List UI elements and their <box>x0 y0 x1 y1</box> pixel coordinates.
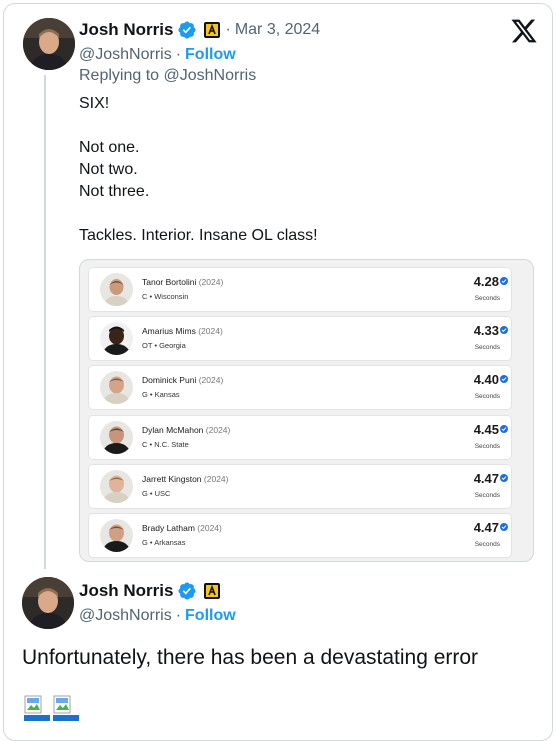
player-position: OT • Georgia <box>142 341 186 350</box>
player-headshot <box>100 371 133 404</box>
player-name: Brady Latham <box>142 523 195 533</box>
player-year: (2024) <box>198 375 224 385</box>
date-separator: · <box>225 21 231 38</box>
player-time: 4.40 <box>473 372 499 387</box>
player-name: Jarrett Kingston <box>142 474 202 484</box>
player-year: (2024) <box>205 425 231 435</box>
player-time: 4.47 <box>473 520 499 535</box>
follow-separator: · <box>175 607 182 624</box>
player-position: C • N.C. State <box>142 440 189 449</box>
player-name-line: Brady Latham (2024) <box>142 523 222 533</box>
player-year: (2024) <box>198 277 224 287</box>
player-name-line: Dylan McMahon (2024) <box>142 425 230 435</box>
verified-check-icon <box>500 272 508 290</box>
tweet-text-line: Not one. <box>79 139 140 156</box>
affiliate-badge-icon[interactable] <box>203 21 221 39</box>
tweet-text: Unfortunately, there has been a devastat… <box>22 646 479 669</box>
tweet-text-line: SIX! <box>79 95 110 112</box>
author-name[interactable]: Josh Norris <box>79 581 173 601</box>
verified-check-icon <box>500 321 508 339</box>
player-headshot <box>100 519 133 552</box>
tweet-date[interactable]: Mar 3, 2024 <box>235 21 320 39</box>
verified-check-icon <box>500 469 508 487</box>
player-time-unit: Seconds <box>474 344 500 351</box>
player-headshot <box>100 421 133 454</box>
verified-badge-icon <box>177 581 197 601</box>
tweet-text-line <box>79 115 318 137</box>
verified-check-icon <box>500 518 508 536</box>
replying-to[interactable]: Replying to @JoshNorris <box>79 67 256 85</box>
verified-check-icon <box>500 420 508 438</box>
player-time: 4.28 <box>473 274 499 289</box>
verified-check-icon <box>500 370 508 388</box>
player-name: Dylan McMahon <box>142 425 204 435</box>
player-row: Brady Latham (2024) G • Arkansas 4.47 Se… <box>89 514 511 557</box>
follow-separator: · <box>175 46 182 63</box>
broken-image-icon[interactable] <box>53 695 79 721</box>
tweet-text-line: Not two. <box>79 161 138 178</box>
x-logo-icon[interactable] <box>510 17 538 45</box>
player-time-unit: Seconds <box>474 393 500 400</box>
player-time: 4.45 <box>473 422 499 437</box>
tweet-text-line <box>79 203 318 225</box>
player-row: Dylan McMahon (2024) C • N.C. State 4.45… <box>89 416 511 459</box>
player-name-line: Dominick Puni (2024) <box>142 375 223 385</box>
player-name-line: Jarrett Kingston (2024) <box>142 474 228 484</box>
player-name: Tanor Bortolini <box>142 277 197 287</box>
player-year: (2024) <box>197 523 222 533</box>
player-year: (2024) <box>203 474 229 484</box>
player-time-unit: Seconds <box>474 443 500 450</box>
author-name[interactable]: Josh Norris <box>79 20 173 40</box>
player-name-line: Tanor Bortolini (2024) <box>142 277 223 287</box>
author-row: Josh Norris · Mar 3, 2024 <box>79 19 320 41</box>
player-row: Jarrett Kingston (2024) G • USC 4.47 Sec… <box>89 465 511 508</box>
player-position: C • Wisconsin <box>142 292 189 301</box>
tweet-text: SIX! Not one. Not two. Not three. Tackle… <box>79 93 318 247</box>
player-time: 4.47 <box>473 471 499 486</box>
affiliate-badge-icon[interactable] <box>203 582 221 600</box>
player-position: G • USC <box>142 489 171 498</box>
avatar[interactable] <box>22 577 74 629</box>
player-name: Dominick Puni <box>142 375 197 385</box>
player-position: G • Kansas <box>142 390 180 399</box>
author-handle[interactable]: @JoshNorris <box>79 46 172 64</box>
player-row: Tanor Bortolini (2024) C • Wisconsin 4.2… <box>89 268 511 311</box>
follow-button[interactable]: Follow <box>185 46 236 64</box>
verified-badge-icon <box>177 20 197 40</box>
broken-image-icon[interactable] <box>24 695 50 721</box>
player-name-line: Amarius Mims (2024) <box>142 326 223 336</box>
player-headshot <box>100 322 133 355</box>
player-year: (2024) <box>198 326 223 336</box>
player-time-unit: Seconds <box>474 541 500 548</box>
author-handle[interactable]: @JoshNorris <box>79 607 172 625</box>
media-image[interactable]: Tanor Bortolini (2024) C • Wisconsin 4.2… <box>79 259 534 562</box>
player-row: Dominick Puni (2024) G • Kansas 4.40 Sec… <box>89 366 511 409</box>
thread-line <box>44 75 46 569</box>
player-time-unit: Seconds <box>474 295 500 302</box>
handle-row: @JoshNorris · Follow <box>79 45 236 65</box>
player-name: Amarius Mims <box>142 326 196 336</box>
handle-row: @JoshNorris · Follow <box>79 606 236 626</box>
avatar[interactable] <box>23 18 75 70</box>
tweet-text-line: Not three. <box>79 183 150 200</box>
author-row: Josh Norris <box>79 580 221 602</box>
player-row: Amarius Mims (2024) OT • Georgia 4.33 Se… <box>89 317 511 360</box>
tweet-text-line: Tackles. Interior. Insane OL class! <box>79 227 318 244</box>
player-time-unit: Seconds <box>474 492 500 499</box>
follow-button[interactable]: Follow <box>185 607 236 625</box>
player-time: 4.33 <box>473 323 499 338</box>
player-headshot <box>100 273 133 306</box>
player-position: G • Arkansas <box>142 538 186 547</box>
player-headshot <box>100 470 133 503</box>
